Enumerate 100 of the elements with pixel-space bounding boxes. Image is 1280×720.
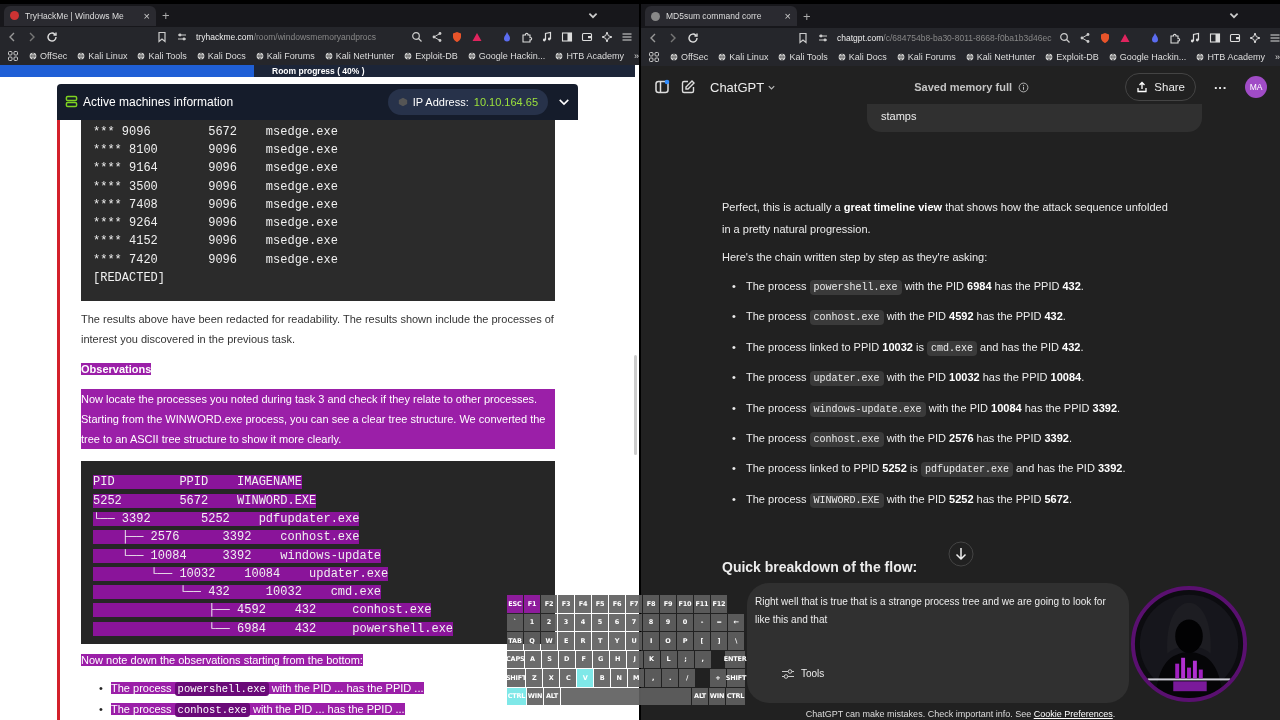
paragraph: Now note down the observations starting from the bottom: <box>81 654 363 666</box>
triangle-icon[interactable] <box>471 31 483 44</box>
list-item: The process powershell.exe with the PID ... has the PPID ... <box>111 682 424 694</box>
sliders-icon <box>781 667 795 681</box>
site-icon <box>651 11 660 21</box>
user-message: stamps <box>867 104 1202 132</box>
tools-button[interactable]: Tools <box>781 665 825 683</box>
bookmark-link[interactable]: Exploit-DB <box>1045 52 1099 62</box>
wallet-icon[interactable] <box>581 31 593 44</box>
sidebar-icon[interactable] <box>1209 32 1222 44</box>
browser-tab[interactable]: MD5sum command corre × <box>645 6 797 26</box>
zoom-icon[interactable] <box>411 31 423 44</box>
section-heading: Observations <box>81 363 152 376</box>
apps-icon[interactable] <box>648 51 660 63</box>
zoom-icon[interactable] <box>1059 32 1072 44</box>
list-item: The process conhost.exe with the PID 4592 has the PPID 432. <box>746 310 1066 323</box>
menu-icon[interactable] <box>621 31 633 44</box>
share-icon[interactable] <box>431 31 443 44</box>
message-input[interactable]: Right well that is true that is a strange process tree and we are going to look for like this and that Tools <box>747 583 1129 703</box>
room-progress-label: Room progress ( 40% ) <box>272 64 365 77</box>
globe-icon <box>255 51 264 60</box>
sparkle-icon[interactable] <box>601 31 613 44</box>
bookmark-link[interactable]: Kali Tools <box>137 50 187 61</box>
bullet-marker: • <box>732 491 737 507</box>
music-icon[interactable] <box>1189 32 1202 44</box>
bookmark-link[interactable]: Kali Tools <box>778 52 828 62</box>
new-tab-button[interactable]: + <box>803 8 811 24</box>
site-settings-icon[interactable] <box>817 32 829 44</box>
bookmark-link[interactable]: Kali Linux <box>718 52 769 62</box>
model-selector[interactable]: ChatGPT <box>710 79 777 95</box>
bookmark-link[interactable]: Kali NetHunter <box>965 52 1036 62</box>
cookie-preferences-link[interactable]: Cookie Preferences <box>1033 709 1113 719</box>
new-tab-button[interactable]: + <box>162 8 170 24</box>
globe-icon <box>137 51 146 60</box>
bullet-marker: • <box>732 400 737 416</box>
address-field[interactable]: tryhackme.com/room/windowsmemoryandprocs <box>196 32 403 43</box>
sparkle-icon[interactable] <box>1249 32 1262 44</box>
paragraph: Now locate the processes you noted during task 3 and check if they relate to other processes. Starting from the WINWORD.exe process, you can see a clear tree structure. We converted the tree to an ASCII tree structure to show it more clearly. <box>81 389 555 450</box>
bullet-marker: • <box>99 681 104 696</box>
paragraph: Perfect, this is actually a great timeline view that shows how the attack sequence unfolded in a pretty natural progression. <box>722 200 1169 237</box>
bullet-marker: • <box>732 370 737 386</box>
bookmark-link[interactable]: HTB Academy <box>555 50 624 61</box>
bookmark-link[interactable]: Google Hackin... <box>467 50 546 61</box>
bullet-marker: • <box>732 309 737 325</box>
globe-icon <box>1196 53 1205 61</box>
code-line: **** 7408 9096 msedge.exe <box>93 196 339 214</box>
disclaimer-text: ChatGPT can make mistakes. Check important info. See Cookie Preferences. <box>805 709 1116 719</box>
code-line: **** 8100 9096 msedge.exe <box>93 141 339 159</box>
bookmark-link[interactable]: Kali Docs <box>837 52 887 62</box>
close-tab-button[interactable]: × <box>143 9 150 22</box>
bookmark-link[interactable]: HTB Academy <box>1196 52 1265 62</box>
browser-tab[interactable]: TryHackMe | Windows Me × <box>4 5 156 26</box>
puzzle-icon[interactable] <box>1169 32 1182 44</box>
bookmark-link[interactable]: Google Hackin... <box>1108 52 1187 62</box>
bookmark-link[interactable]: OffSec <box>29 50 68 61</box>
bookmark-link[interactable]: Kali Linux <box>77 50 128 61</box>
list-item: The process linked to PPID 10032 is cmd.exe and has the PID 432. <box>746 340 1084 353</box>
bookmark-link[interactable]: Kali Forums <box>896 52 956 62</box>
globe-icon <box>404 51 413 60</box>
bookmark-link[interactable]: Kali Docs <box>196 50 246 61</box>
close-tab-button[interactable]: × <box>784 10 791 22</box>
more-options-button[interactable]: ··· <box>1206 79 1235 95</box>
bookmark-link[interactable]: Kali NetHunter <box>324 50 395 61</box>
more-bookmarks-button[interactable]: » <box>633 50 639 61</box>
bullet-marker: • <box>99 702 104 717</box>
address-field[interactable]: chatgpt.com/c/684754b8-ba30-8011-8668-f0ba1b3d46ec <box>837 33 1052 43</box>
user-avatar[interactable]: MA <box>1245 76 1267 98</box>
music-icon[interactable] <box>541 31 553 44</box>
edit-icon[interactable] <box>680 79 696 95</box>
share-icon[interactable] <box>1079 32 1092 44</box>
card-title: Active machines information <box>83 94 235 109</box>
list-item: The process windows-update.exe with the PID 10084 has the PPID 3392. <box>746 401 1121 414</box>
triangle-icon[interactable] <box>1119 32 1132 44</box>
bookmark-link[interactable]: Kali Forums <box>255 50 315 61</box>
wallet-icon[interactable] <box>1229 32 1242 44</box>
list-item: The process updater.exe with the PID 10032 has the PPID 10084. <box>746 371 1085 384</box>
shield-icon[interactable] <box>451 31 463 44</box>
sidebar-icon[interactable] <box>561 31 573 44</box>
globe-icon <box>778 53 787 61</box>
bullet-marker: • <box>732 279 737 294</box>
globe-icon <box>896 53 905 61</box>
reload-icon[interactable] <box>687 32 699 44</box>
server-icon <box>65 95 78 109</box>
puzzle-icon[interactable] <box>521 31 533 44</box>
apps-icon[interactable] <box>7 49 19 62</box>
more-bookmarks-button[interactable]: » <box>1274 52 1280 62</box>
globe-icon <box>467 51 476 60</box>
code-line: **** 9264 9096 msedge.exe <box>93 215 339 233</box>
bookmark-link[interactable]: OffSec <box>670 52 709 62</box>
globe-icon <box>77 51 86 60</box>
info-icon[interactable] <box>1018 81 1029 93</box>
sidebar-icon[interactable] <box>654 79 670 95</box>
bookmark-icon[interactable] <box>797 32 809 44</box>
reload-icon[interactable] <box>46 31 58 44</box>
shield-icon[interactable] <box>1099 32 1112 44</box>
bookmark-icon[interactable] <box>156 31 168 44</box>
bookmark-link[interactable]: Exploit-DB <box>404 50 458 61</box>
menu-icon[interactable] <box>1269 32 1280 44</box>
scroll-down-button[interactable] <box>948 541 974 567</box>
scrollbar[interactable] <box>634 354 637 455</box>
